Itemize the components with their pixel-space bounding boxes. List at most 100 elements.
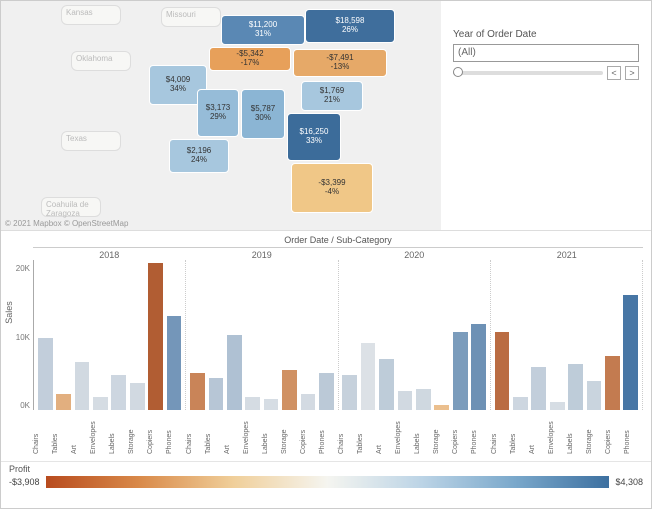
x-label: Copiers	[605, 410, 624, 456]
bar[interactable]	[301, 394, 316, 410]
bg-state: Kansas	[61, 5, 121, 25]
slider-next-button[interactable]: >	[625, 66, 639, 80]
x-label: Envelopes	[90, 410, 109, 456]
year-group-2019	[186, 260, 338, 410]
y-axis: 20K10K0K	[6, 260, 30, 410]
state-georgia[interactable]: $16,25033%	[287, 113, 341, 161]
sales-bar-chart[interactable]: Order Date / Sub-Category 20182019202020…	[1, 231, 651, 461]
bar[interactable]	[319, 373, 334, 411]
x-label: Chairs	[186, 410, 205, 456]
bar-col	[511, 260, 529, 410]
state-kentucky[interactable]: $11,20031%	[221, 15, 305, 45]
bar-col	[377, 260, 395, 410]
year-headers: 2018201920202021	[33, 247, 643, 260]
x-label: Storage	[586, 410, 605, 456]
year-slider[interactable]	[453, 71, 603, 75]
bar-col	[91, 260, 109, 410]
bar[interactable]	[227, 335, 242, 410]
state-florida[interactable]: -$3,399-4%	[291, 163, 373, 213]
bar-col	[225, 260, 243, 410]
bar-col	[280, 260, 298, 410]
bar-col	[54, 260, 72, 410]
state-virginia[interactable]: $18,59826%	[305, 9, 395, 43]
bar-col	[359, 260, 377, 410]
bar[interactable]	[130, 383, 145, 410]
bar[interactable]	[167, 316, 182, 410]
bar[interactable]	[93, 397, 108, 410]
bar[interactable]	[342, 375, 357, 410]
x-label: Chairs	[491, 410, 510, 456]
x-label: Labels	[567, 410, 586, 456]
slider-prev-button[interactable]: <	[607, 66, 621, 80]
bar[interactable]	[623, 295, 638, 410]
year-group-2021	[491, 260, 643, 410]
x-label: Art	[71, 410, 90, 456]
x-label: Tables	[510, 410, 529, 456]
x-label: Art	[529, 410, 548, 456]
bar[interactable]	[513, 397, 528, 410]
bar[interactable]	[587, 381, 602, 410]
bar[interactable]	[471, 324, 486, 410]
bar[interactable]	[56, 394, 71, 410]
state-louisiana[interactable]: $2,19624%	[169, 139, 229, 173]
state-tennessee[interactable]: -$5,342-17%	[209, 47, 291, 71]
bar-col	[146, 260, 164, 410]
bg-state: Texas	[61, 131, 121, 151]
bar-col	[165, 260, 183, 410]
filter-title: Year of Order Date	[453, 29, 639, 40]
bar[interactable]	[282, 370, 297, 410]
bar[interactable]	[245, 397, 260, 410]
bar[interactable]	[398, 391, 413, 410]
bar-col	[317, 260, 335, 410]
year-group-2018	[34, 260, 186, 410]
bar-col	[493, 260, 511, 410]
bar-col	[566, 260, 584, 410]
bar[interactable]	[209, 378, 224, 410]
bar[interactable]	[379, 359, 394, 410]
x-label: Chairs	[338, 410, 357, 456]
bar-col	[530, 260, 548, 410]
state-mississippi[interactable]: $3,17329%	[197, 89, 239, 137]
state-alabama[interactable]: $5,78730%	[241, 89, 285, 139]
bar-col	[414, 260, 432, 410]
bar[interactable]	[495, 332, 510, 410]
bar[interactable]	[550, 402, 565, 410]
x-label: Labels	[414, 410, 433, 456]
bar[interactable]	[416, 389, 431, 410]
state-south-carolina[interactable]: $1,76921%	[301, 81, 363, 111]
bar[interactable]	[75, 362, 90, 410]
bar[interactable]	[605, 356, 620, 410]
x-label: Labels	[262, 410, 281, 456]
bar[interactable]	[111, 375, 126, 410]
profit-map[interactable]: KansasMissouriOklahomaTexasCoahuila de Z…	[1, 1, 441, 230]
legend-gradient	[46, 476, 610, 488]
year-header: 2020	[338, 247, 491, 260]
legend-min: -$3,908	[9, 477, 40, 487]
bg-state: Coahuila de Zaragoza	[41, 197, 101, 217]
map-attribution: © 2021 Mapbox © OpenStreetMap	[5, 219, 128, 228]
bar[interactable]	[38, 338, 53, 410]
x-label: Art	[224, 410, 243, 456]
x-label: Tables	[205, 410, 224, 456]
year-header: 2021	[491, 247, 644, 260]
slider-thumb[interactable]	[453, 67, 463, 77]
bar[interactable]	[361, 343, 376, 410]
x-label: Chairs	[33, 410, 52, 456]
x-label: Tables	[357, 410, 376, 456]
x-label: Copiers	[300, 410, 319, 456]
year-filter-dropdown[interactable]: (All)	[453, 44, 639, 62]
state-north-carolina[interactable]: -$7,491-13%	[293, 49, 387, 77]
bar-col	[433, 260, 451, 410]
bar[interactable]	[264, 399, 279, 410]
x-label: Art	[376, 410, 395, 456]
bar-col	[469, 260, 487, 410]
year-group-2020	[339, 260, 491, 410]
bar[interactable]	[531, 367, 546, 410]
x-label: Storage	[281, 410, 300, 456]
x-label: Storage	[433, 410, 452, 456]
bar[interactable]	[148, 263, 163, 410]
bar[interactable]	[453, 332, 468, 410]
x-label: Copiers	[147, 410, 166, 456]
bar[interactable]	[568, 364, 583, 410]
bar[interactable]	[190, 373, 205, 411]
